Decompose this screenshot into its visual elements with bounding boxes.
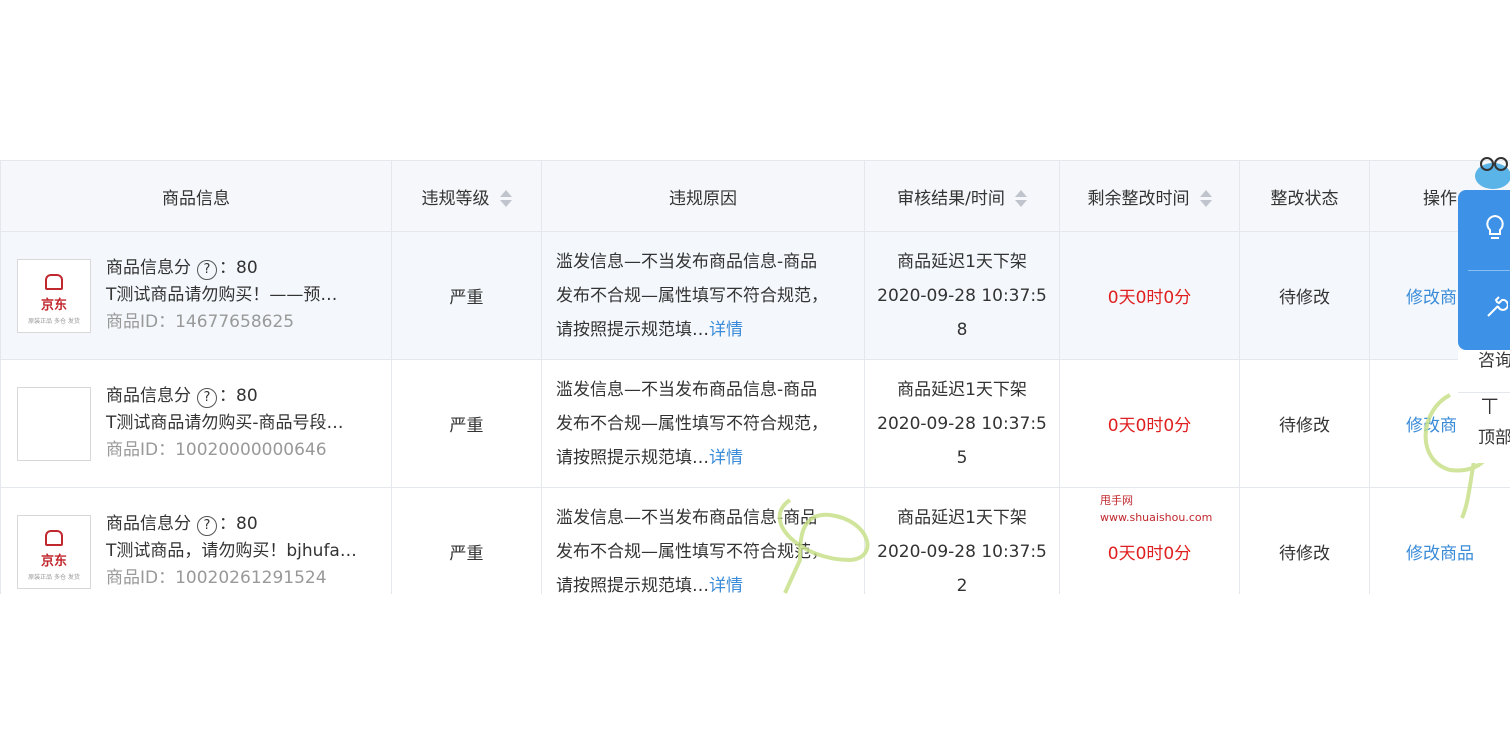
back-to-top-button[interactable]: ⊤ 顶部 bbox=[1458, 392, 1510, 463]
wrench-icon[interactable] bbox=[1484, 294, 1509, 326]
up-arrow-icon: ⊤ bbox=[1480, 395, 1500, 420]
floating-tool-panel bbox=[1458, 190, 1510, 350]
mascot-icon bbox=[1475, 157, 1510, 189]
annotation-arrow-center bbox=[777, 498, 870, 594]
lightbulb-icon[interactable] bbox=[1484, 214, 1506, 248]
annotation-arrows bbox=[777, 393, 1492, 594]
consult-button[interactable]: 咨询 bbox=[1458, 350, 1510, 390]
panel-divider bbox=[1468, 270, 1510, 271]
